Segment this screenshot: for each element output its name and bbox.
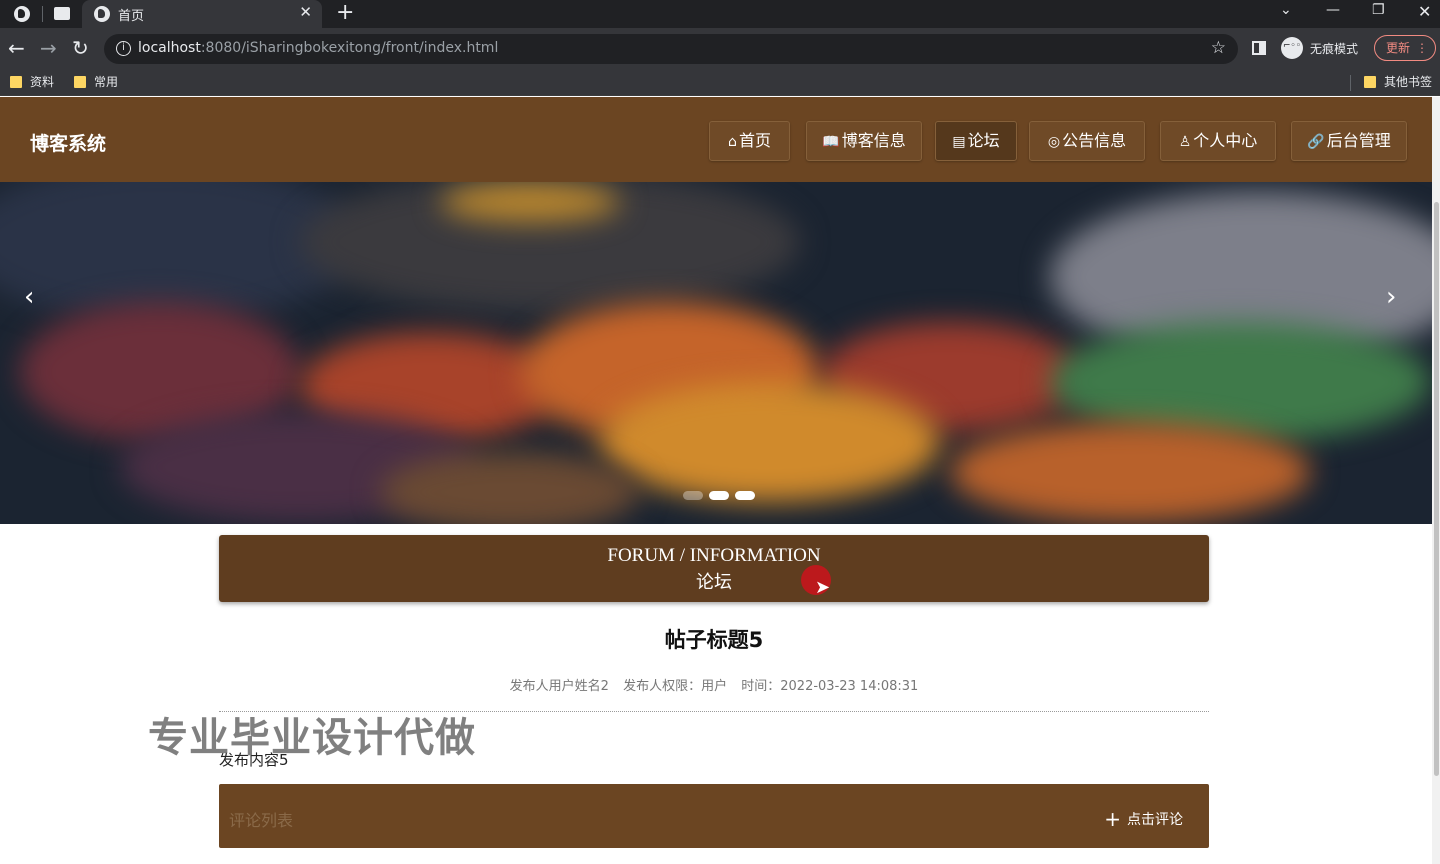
carousel-banner[interactable]: ‹ › xyxy=(0,182,1432,524)
section-title-cn: 论坛 xyxy=(696,572,732,593)
user-icon: ♙ xyxy=(1178,134,1192,150)
add-comment-button[interactable]: + 点击评论 xyxy=(1104,807,1183,831)
mouse-cursor-icon: ➤ xyxy=(815,577,831,598)
info-icon[interactable]: i xyxy=(116,41,131,56)
forward-button[interactable]: → xyxy=(40,36,57,60)
incognito-icon[interactable] xyxy=(1281,37,1303,59)
site-header: 博客系统 ⌂ 首页 📖 博客信息 ▤ 论坛 ◎ 公告信息 ♙ 个人中心 🔗 后台管理 xyxy=(0,97,1432,182)
forum-icon: ▤ xyxy=(952,134,966,150)
bookmark-folder-changyong[interactable]: 常用 xyxy=(72,74,118,90)
nav-blog-info[interactable]: 📖 博客信息 xyxy=(806,121,922,161)
browser-toolbar: ← → ↻ i localhost:8080/iSharingbokexiton… xyxy=(0,28,1440,70)
url-text[interactable]: localhost:8080/iSharingbokexitong/front/… xyxy=(138,40,498,56)
carousel-indicator[interactable] xyxy=(683,491,703,500)
post-meta: 发布人用户姓名2 发布人权限：用户 时间：2022-03-23 14:08:31 xyxy=(219,675,1209,694)
minimize-button[interactable]: — xyxy=(1326,2,1340,18)
back-button[interactable]: ← xyxy=(8,36,25,60)
home-icon: ⌂ xyxy=(728,134,737,150)
scrollbar-thumb[interactable] xyxy=(1434,202,1439,776)
chevron-down-icon[interactable]: ⌄ xyxy=(1280,2,1292,18)
carousel-prev-arrow[interactable]: ‹ xyxy=(24,282,34,312)
nav-home[interactable]: ⌂ 首页 xyxy=(709,121,790,161)
address-bar[interactable]: i localhost:8080/iSharingbokexitong/fron… xyxy=(104,34,1238,64)
close-icon[interactable]: ✕ xyxy=(299,3,312,21)
bookmarks-bar: 资料 常用 其他书签 xyxy=(0,70,1440,96)
bookmark-star-icon[interactable]: ☆ xyxy=(1211,38,1226,58)
tab-search-icon[interactable] xyxy=(54,7,70,20)
nav-admin[interactable]: 🔗 后台管理 xyxy=(1291,121,1407,161)
nav-announcements[interactable]: ◎ 公告信息 xyxy=(1029,121,1145,161)
comment-list-bar: 评论列表 + 点击评论 xyxy=(219,784,1209,848)
nav-forum[interactable]: ▤ 论坛 xyxy=(935,121,1017,161)
section-header: FORUM / INFORMATION 论坛 xyxy=(219,535,1209,602)
bell-icon: ◎ xyxy=(1047,134,1061,150)
browser-tab-strip: 首页 ✕ + ⌄ — ❐ ✕ xyxy=(0,0,1440,28)
carousel-indicator[interactable] xyxy=(735,491,755,500)
site-title[interactable]: 博客系统 xyxy=(30,129,106,156)
section-title-en: FORUM / INFORMATION xyxy=(607,545,821,566)
globe-icon xyxy=(94,6,110,22)
incognito-label: 无痕模式 xyxy=(1310,42,1359,56)
more-menu-icon: ⋮ xyxy=(1416,41,1428,55)
browser-tab[interactable]: 首页 ✕ xyxy=(82,0,322,28)
carousel-indicator-active[interactable] xyxy=(709,491,729,500)
tab-title: 首页 xyxy=(118,9,145,24)
post-title: 帖子标题5 xyxy=(664,628,764,652)
side-panel-icon[interactable] xyxy=(1252,41,1266,55)
restore-button[interactable]: ❐ xyxy=(1372,2,1385,18)
tab-divider xyxy=(42,6,43,22)
comment-list-label: 评论列表 xyxy=(229,811,294,830)
globe-icon[interactable] xyxy=(14,6,30,22)
page-viewport: 博客系统 ⌂ 首页 📖 博客信息 ▤ 论坛 ◎ 公告信息 ♙ 个人中心 🔗 后台管理 xyxy=(0,97,1440,864)
reload-button[interactable]: ↻ xyxy=(72,36,89,60)
link-icon: 🔗 xyxy=(1307,134,1325,150)
bookmarks-divider xyxy=(1350,75,1351,91)
carousel-next-arrow[interactable]: › xyxy=(1386,282,1396,312)
nav-personal-center[interactable]: ♙ 个人中心 xyxy=(1160,121,1276,161)
new-tab-button[interactable]: + xyxy=(336,1,354,25)
post-role: 发布人权限：用户 xyxy=(623,679,728,694)
post-time: 时间：2022-03-23 14:08:31 xyxy=(741,679,919,694)
book-icon: 📖 xyxy=(822,134,840,150)
post-author: 发布人用户姓名2 xyxy=(509,679,609,694)
bookmark-folder-ziliao[interactable]: 资料 xyxy=(8,74,54,90)
other-bookmarks[interactable]: 其他书签 xyxy=(1362,74,1432,90)
watermark-text: 专业毕业设计代做 xyxy=(148,715,476,761)
plus-icon: + xyxy=(1104,807,1121,831)
window-close-button[interactable]: ✕ xyxy=(1418,2,1431,21)
update-button[interactable]: 更新 ⋮ xyxy=(1374,35,1436,61)
